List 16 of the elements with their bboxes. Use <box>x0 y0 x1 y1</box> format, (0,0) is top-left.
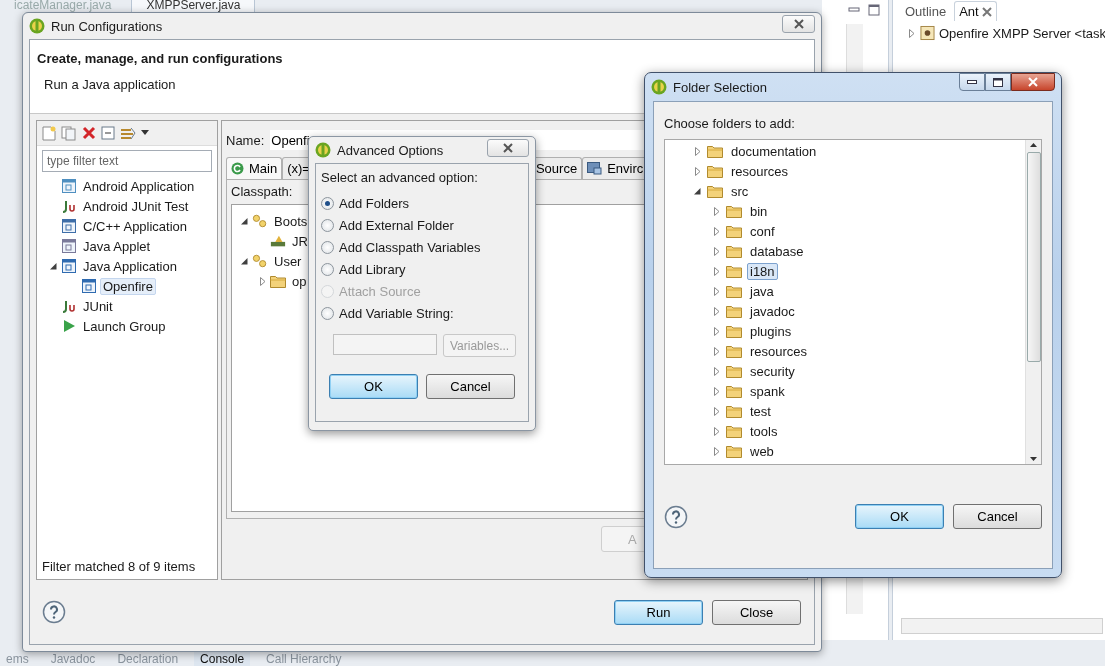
window-title: Advanced Options <box>337 142 444 158</box>
option-label: Add Variable String: <box>339 305 454 321</box>
prompt-text: Choose folders to add: <box>664 116 796 131</box>
option-label: Attach Source <box>339 283 421 299</box>
dialog-description: Run a Java application <box>44 77 176 92</box>
option-label: Add Classpath Variables <box>339 239 481 255</box>
classpath-label: Classpath: <box>231 184 293 201</box>
filter-status: Filter matched 8 of 9 items <box>41 559 197 576</box>
window-title: Folder Selection <box>673 79 767 95</box>
option-label: Add External Folder <box>339 217 454 233</box>
window-title: Run Configurations <box>51 18 163 34</box>
name-label: Name: <box>226 132 265 148</box>
option-label: Add Library <box>339 261 406 277</box>
option-label: Add Folders <box>339 195 410 211</box>
prompt-text: Select an advanced option: <box>321 170 479 187</box>
dialog-heading: Create, manage, and run configurations <box>37 51 284 66</box>
